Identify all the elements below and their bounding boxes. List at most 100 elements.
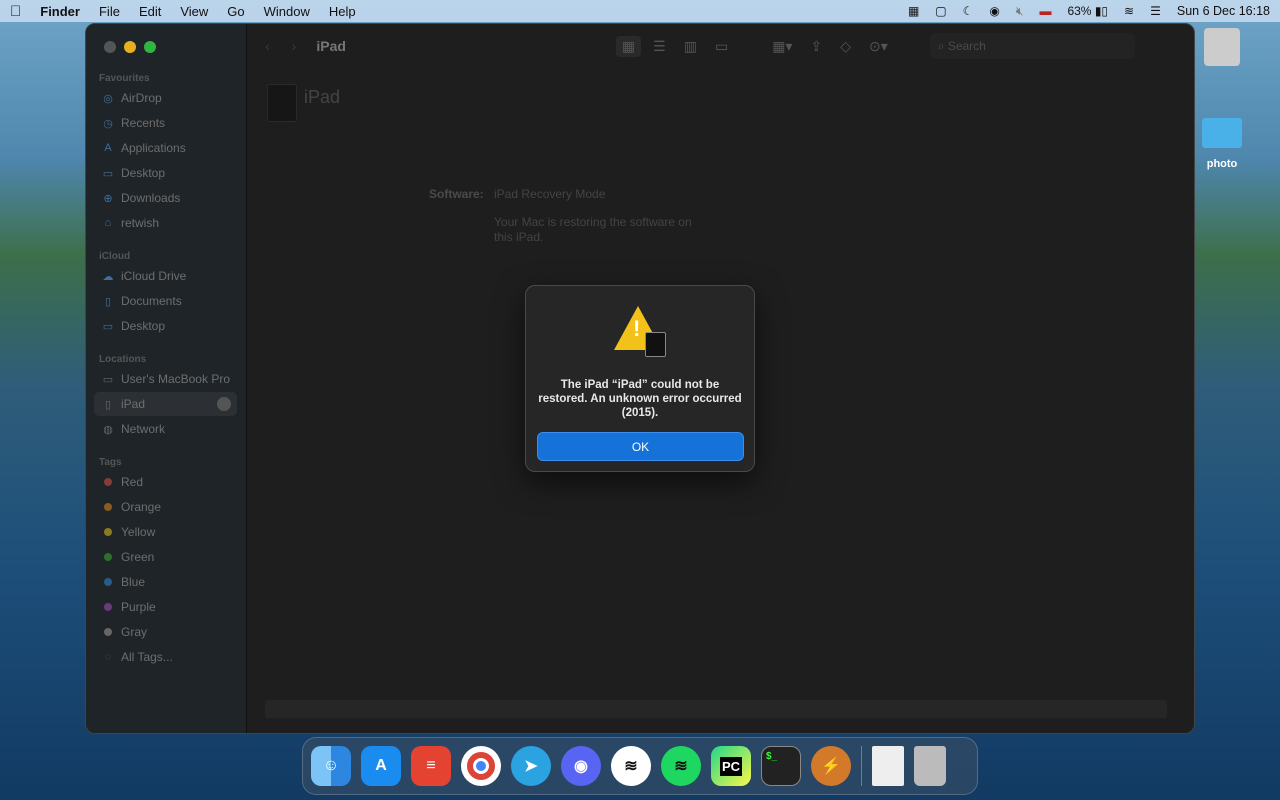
search-placeholder: Search — [947, 39, 986, 53]
dock-document[interactable] — [872, 746, 904, 786]
document-icon: ▯ — [104, 295, 112, 308]
list-view-button[interactable]: ☰ — [653, 38, 666, 55]
icon-view-button[interactable]: ▦ — [615, 35, 642, 57]
back-button[interactable]: ‹ — [265, 38, 270, 54]
dock: ☺ A ≡ ➤ ◉ ≋ ≋ PC $_ ⚡ — [302, 737, 978, 795]
tags-icon: ◌ — [104, 651, 112, 663]
desktop-disk[interactable] — [1200, 28, 1244, 66]
toolbar: ‹ › iPad ▦ ☰ ▥ ▭ ▦▾ ⇪ ◇ ⊙▾ ⌕ Search — [247, 24, 1194, 68]
tag-icon[interactable]: ◇ — [840, 38, 851, 55]
label: Blue — [121, 575, 146, 589]
label: Applications — [121, 141, 186, 155]
group-button[interactable]: ▦▾ — [772, 38, 792, 55]
section-favourites: Favourites — [99, 73, 150, 84]
clock-icon: ◷ — [103, 117, 113, 130]
app-status-icon[interactable]: ▦ — [908, 4, 919, 18]
battery-icon[interactable]: ▮▯ — [1095, 4, 1108, 18]
tag-dot-icon — [104, 603, 112, 611]
folder-label: photo — [1206, 158, 1238, 170]
share-icon[interactable]: ⇪ — [810, 38, 822, 55]
menu-file[interactable]: File — [99, 4, 120, 19]
sidebar-item-home[interactable]: ⌂ retwish — [94, 211, 237, 235]
minimize-button[interactable] — [124, 41, 136, 53]
sidebar-item-icloud-drive[interactable]: ☁ iCloud Drive — [94, 264, 237, 288]
tag-purple[interactable]: Purple — [94, 595, 237, 619]
dock-discord[interactable]: ◉ — [561, 746, 601, 786]
label: Red — [121, 475, 144, 489]
battery-percent: 63% — [1067, 4, 1092, 18]
sidebar-item-airdrop[interactable]: ◎ AirDrop — [94, 86, 237, 110]
sidebar-item-icloud-desktop[interactable]: ▭ Desktop — [94, 314, 237, 338]
label: Orange — [121, 500, 162, 514]
more-actions-button[interactable]: ⊙▾ — [869, 38, 888, 55]
menu-view[interactable]: View — [180, 4, 208, 19]
alert-message: The iPad “iPad” could not be restored. A… — [538, 379, 742, 419]
label: Green — [121, 550, 155, 564]
dock-app[interactable]: ≋ — [611, 746, 651, 786]
search-field[interactable]: ⌕ Search — [929, 33, 1135, 59]
dock-telegram[interactable]: ➤ — [511, 746, 551, 786]
dock-chrome[interactable] — [461, 746, 501, 786]
mute-icon[interactable]: 🔇︎ — [1016, 4, 1024, 19]
sidebar-item-ipad[interactable]: ▯ iPad — [94, 392, 237, 416]
sidebar-item-macbook[interactable]: ▭ User's MacBook Pro — [94, 367, 237, 391]
label: Purple — [121, 600, 156, 614]
sidebar-item-documents[interactable]: ▯ Documents — [94, 289, 237, 313]
flag-us-icon[interactable]: ▬ — [1039, 4, 1051, 18]
desktop-icon: ▭ — [102, 320, 114, 333]
tag-blue[interactable]: Blue — [94, 570, 237, 594]
tag-gray[interactable]: Gray — [94, 620, 237, 644]
menu-help[interactable]: Help — [329, 4, 356, 19]
sidebar-item-recents[interactable]: ◷ Recents — [94, 111, 237, 135]
desktop-folder-photo[interactable]: photo — [1200, 118, 1244, 170]
tag-red[interactable]: Red — [94, 470, 237, 494]
sidebar-item-applications[interactable]: A Applications — [94, 136, 237, 160]
ok-button[interactable]: OK — [537, 432, 744, 461]
dock-separator — [861, 746, 862, 786]
menu-window[interactable]: Window — [264, 4, 310, 19]
label: retwish — [121, 216, 160, 230]
tag-yellow[interactable]: Yellow — [94, 520, 237, 544]
dock-app-store[interactable]: A — [361, 746, 401, 786]
tag-dot-icon — [104, 478, 112, 486]
close-button[interactable] — [104, 41, 116, 53]
dock-pycharm[interactable]: PC — [711, 746, 751, 786]
control-center-icon[interactable]: ☰ — [1150, 4, 1161, 18]
label: Gray — [121, 625, 148, 639]
cloud-icon: ☁ — [102, 270, 114, 283]
sidebar-item-downloads[interactable]: ⊕ Downloads — [94, 186, 237, 210]
dock-terminal[interactable]: $_ — [761, 746, 801, 786]
tag-orange[interactable]: Orange — [94, 495, 237, 519]
apple-menu-icon[interactable]:  — [10, 3, 21, 20]
square-icon[interactable]: ▢ — [935, 4, 946, 18]
all-tags[interactable]: ◌ All Tags... — [94, 645, 237, 669]
dock-trash[interactable] — [914, 746, 946, 786]
tag-green[interactable]: Green — [94, 545, 237, 569]
clock[interactable]: Sun 6 Dec 16:18 — [1177, 4, 1270, 18]
dock-todoist[interactable]: ≡ — [411, 746, 451, 786]
dock-spotify[interactable]: ≋ — [661, 746, 701, 786]
laptop-icon: ▭ — [102, 373, 114, 386]
eject-progress-icon[interactable] — [217, 397, 231, 411]
gallery-view-button[interactable]: ▭ — [715, 38, 728, 55]
menu-edit[interactable]: Edit — [139, 4, 161, 19]
forward-button[interactable]: › — [292, 38, 297, 54]
column-view-button[interactable]: ▥ — [684, 38, 697, 55]
wifi-icon[interactable]: ≋ — [1124, 4, 1134, 18]
menu-bar:  Finder File Edit View Go Window Help ▦… — [0, 0, 1280, 22]
tag-dot-icon — [104, 578, 112, 586]
globe-icon: ◍ — [103, 423, 113, 436]
section-locations: Locations — [99, 354, 147, 365]
label: Yellow — [121, 525, 156, 539]
moon-icon[interactable]: ☾ — [963, 4, 974, 18]
sidebar-item-network[interactable]: ◍ Network — [94, 417, 237, 441]
dock-finder[interactable]: ☺ — [311, 746, 351, 786]
software-label: Software: — [429, 187, 484, 201]
dock-reeder[interactable]: ⚡ — [811, 746, 851, 786]
warning-exclamation-icon: ! — [633, 316, 641, 341]
zoom-button[interactable] — [144, 41, 156, 53]
sidebar-item-desktop[interactable]: ▭ Desktop — [94, 161, 237, 185]
menu-finder[interactable]: Finder — [40, 4, 80, 19]
menu-go[interactable]: Go — [227, 4, 244, 19]
user-icon[interactable]: ◉ — [989, 4, 999, 18]
